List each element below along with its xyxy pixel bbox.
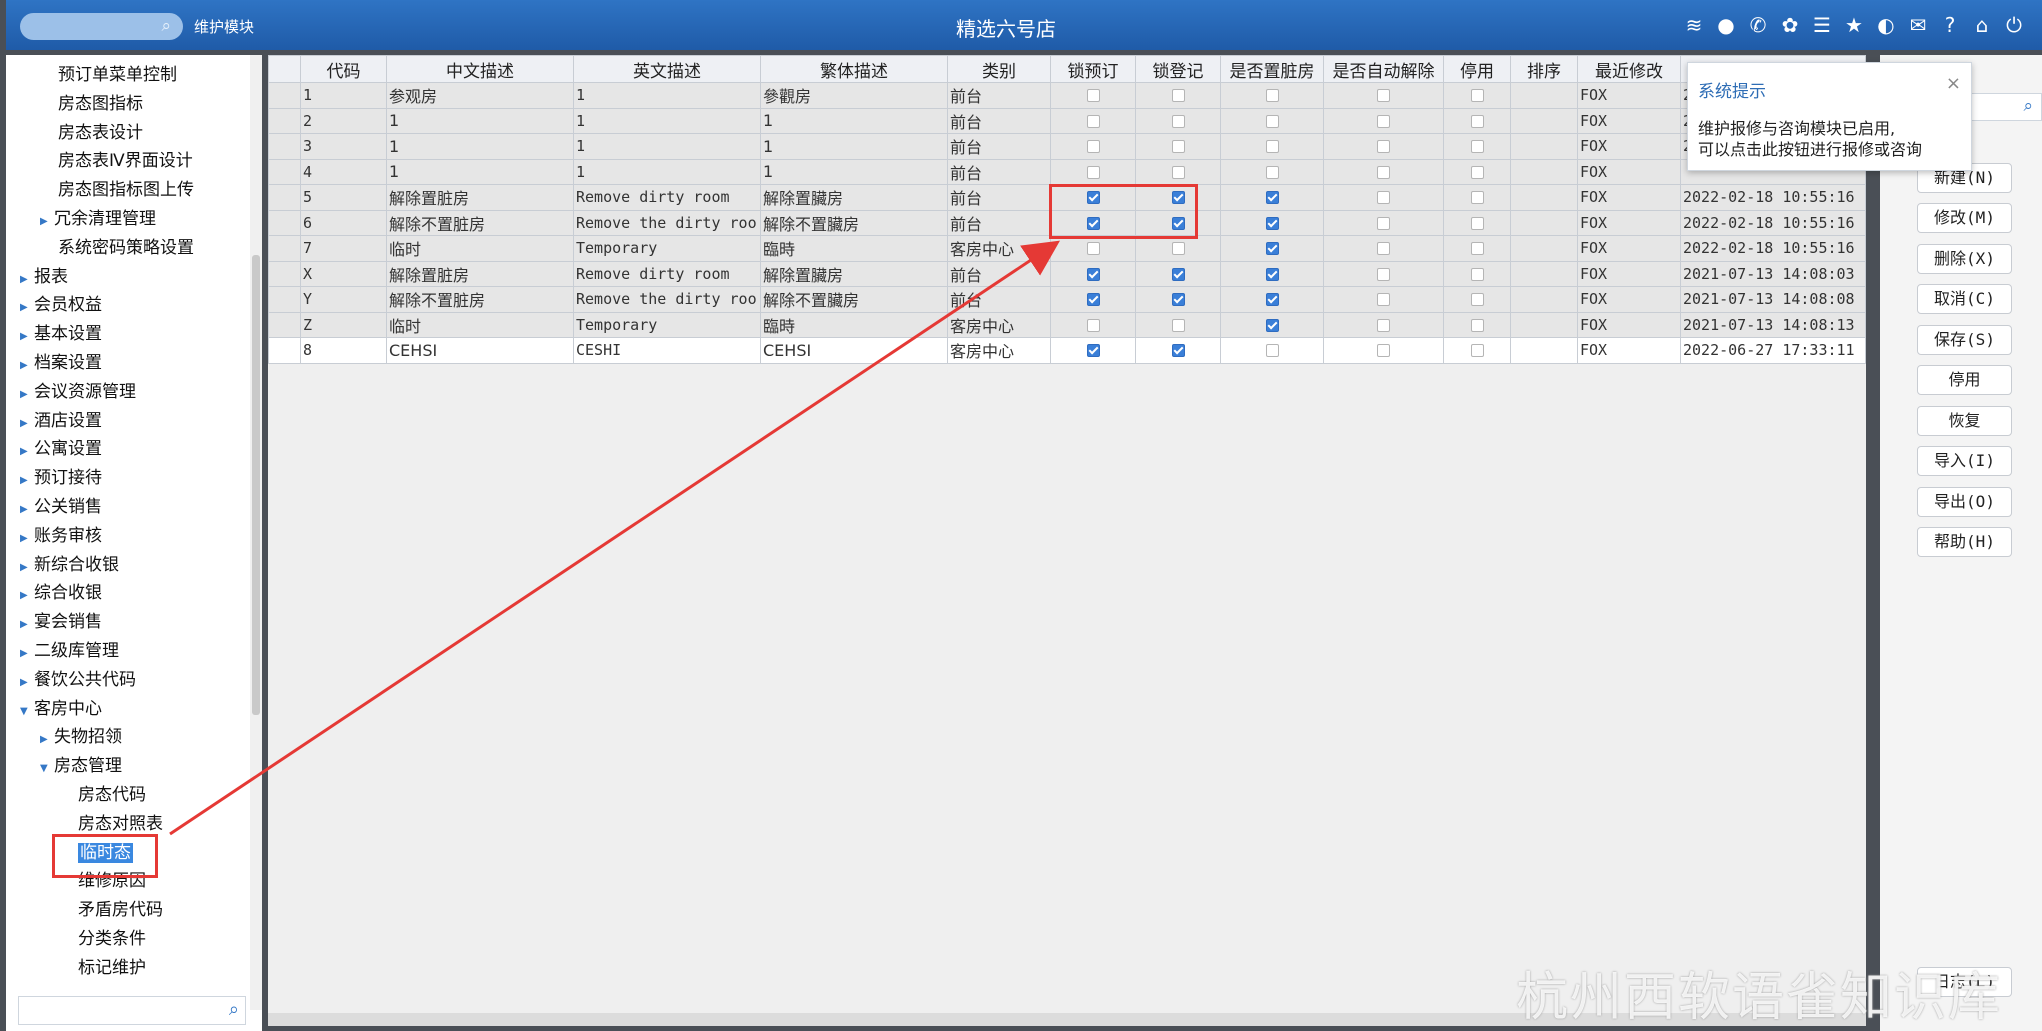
- app-window: ⌕ 维护模块 精选六号店 ≋ ● ✆ ✿ ☰ ★ ◐ ✉ ? ⌂ ⏻ 预订单菜单…: [0, 0, 2042, 1031]
- annotation-arrow: [169, 240, 1060, 836]
- watermark: 杭州西软语雀知识库: [1516, 968, 2003, 1028]
